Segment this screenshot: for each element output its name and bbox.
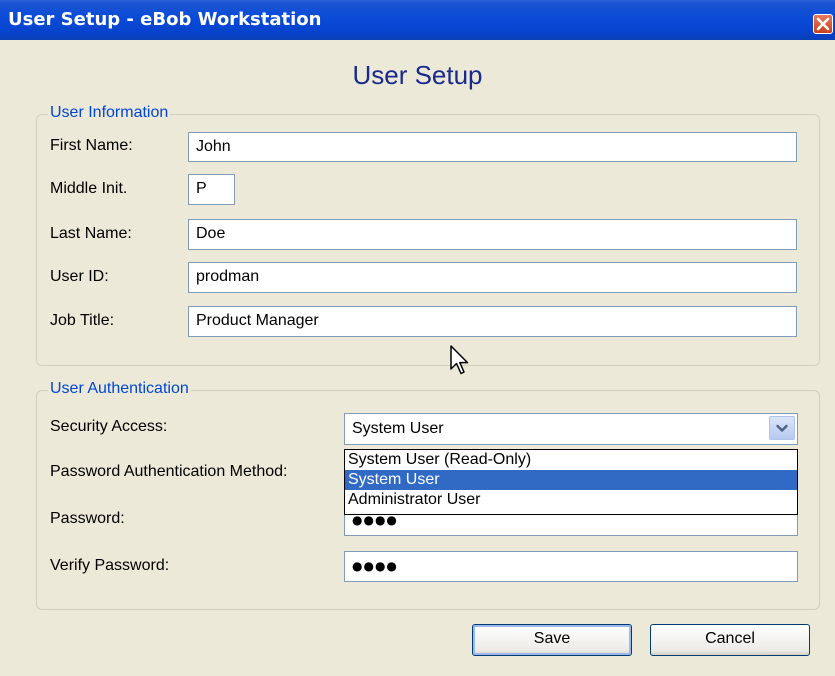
first-name-field[interactable]: John <box>188 132 797 162</box>
job-title-field[interactable]: Product Manager <box>188 306 797 337</box>
verify-password-label: Verify Password: <box>50 557 170 574</box>
password-method-label: Password Authentication Method: <box>50 463 288 480</box>
mouse-cursor-icon <box>450 345 469 375</box>
user-information-legend: User Information <box>48 104 171 122</box>
dropdown-button[interactable] <box>769 416 795 440</box>
security-access-dropdown-list: System User (Read-Only) System User Admi… <box>344 449 798 515</box>
option-system-user-read-only[interactable]: System User (Read-Only) <box>345 450 797 470</box>
cancel-button[interactable]: Cancel <box>650 624 810 656</box>
middle-init-field[interactable]: P <box>188 174 235 205</box>
last-name-field[interactable]: Doe <box>188 219 797 250</box>
close-button[interactable] <box>813 14 833 34</box>
security-access-select[interactable]: System User <box>344 413 798 445</box>
chevron-down-icon <box>776 424 788 432</box>
job-title-label: Job Title: <box>50 312 115 329</box>
security-access-value: System User <box>352 420 444 437</box>
security-access-label: Security Access: <box>50 418 168 435</box>
page-title: User Setup <box>352 60 483 90</box>
first-name-label: First Name: <box>50 137 133 154</box>
save-button[interactable]: Save <box>472 624 632 656</box>
verify-password-field[interactable]: ●●●● <box>344 551 798 582</box>
user-authentication-legend: User Authentication <box>48 380 191 398</box>
close-icon <box>816 17 830 31</box>
window-title: User Setup - eBob Workstation <box>8 9 322 30</box>
user-id-field[interactable]: prodman <box>188 262 797 293</box>
user-id-label: User ID: <box>50 268 109 285</box>
title-bar[interactable]: User Setup - eBob Workstation <box>0 0 835 40</box>
last-name-label: Last Name: <box>50 225 132 242</box>
option-administrator-user[interactable]: Administrator User <box>345 490 797 510</box>
middle-init-label: Middle Init. <box>50 180 128 197</box>
option-system-user[interactable]: System User <box>345 470 797 490</box>
user-setup-window: User Setup - eBob Workstation User Setup… <box>0 0 835 676</box>
password-label: Password: <box>50 510 125 527</box>
